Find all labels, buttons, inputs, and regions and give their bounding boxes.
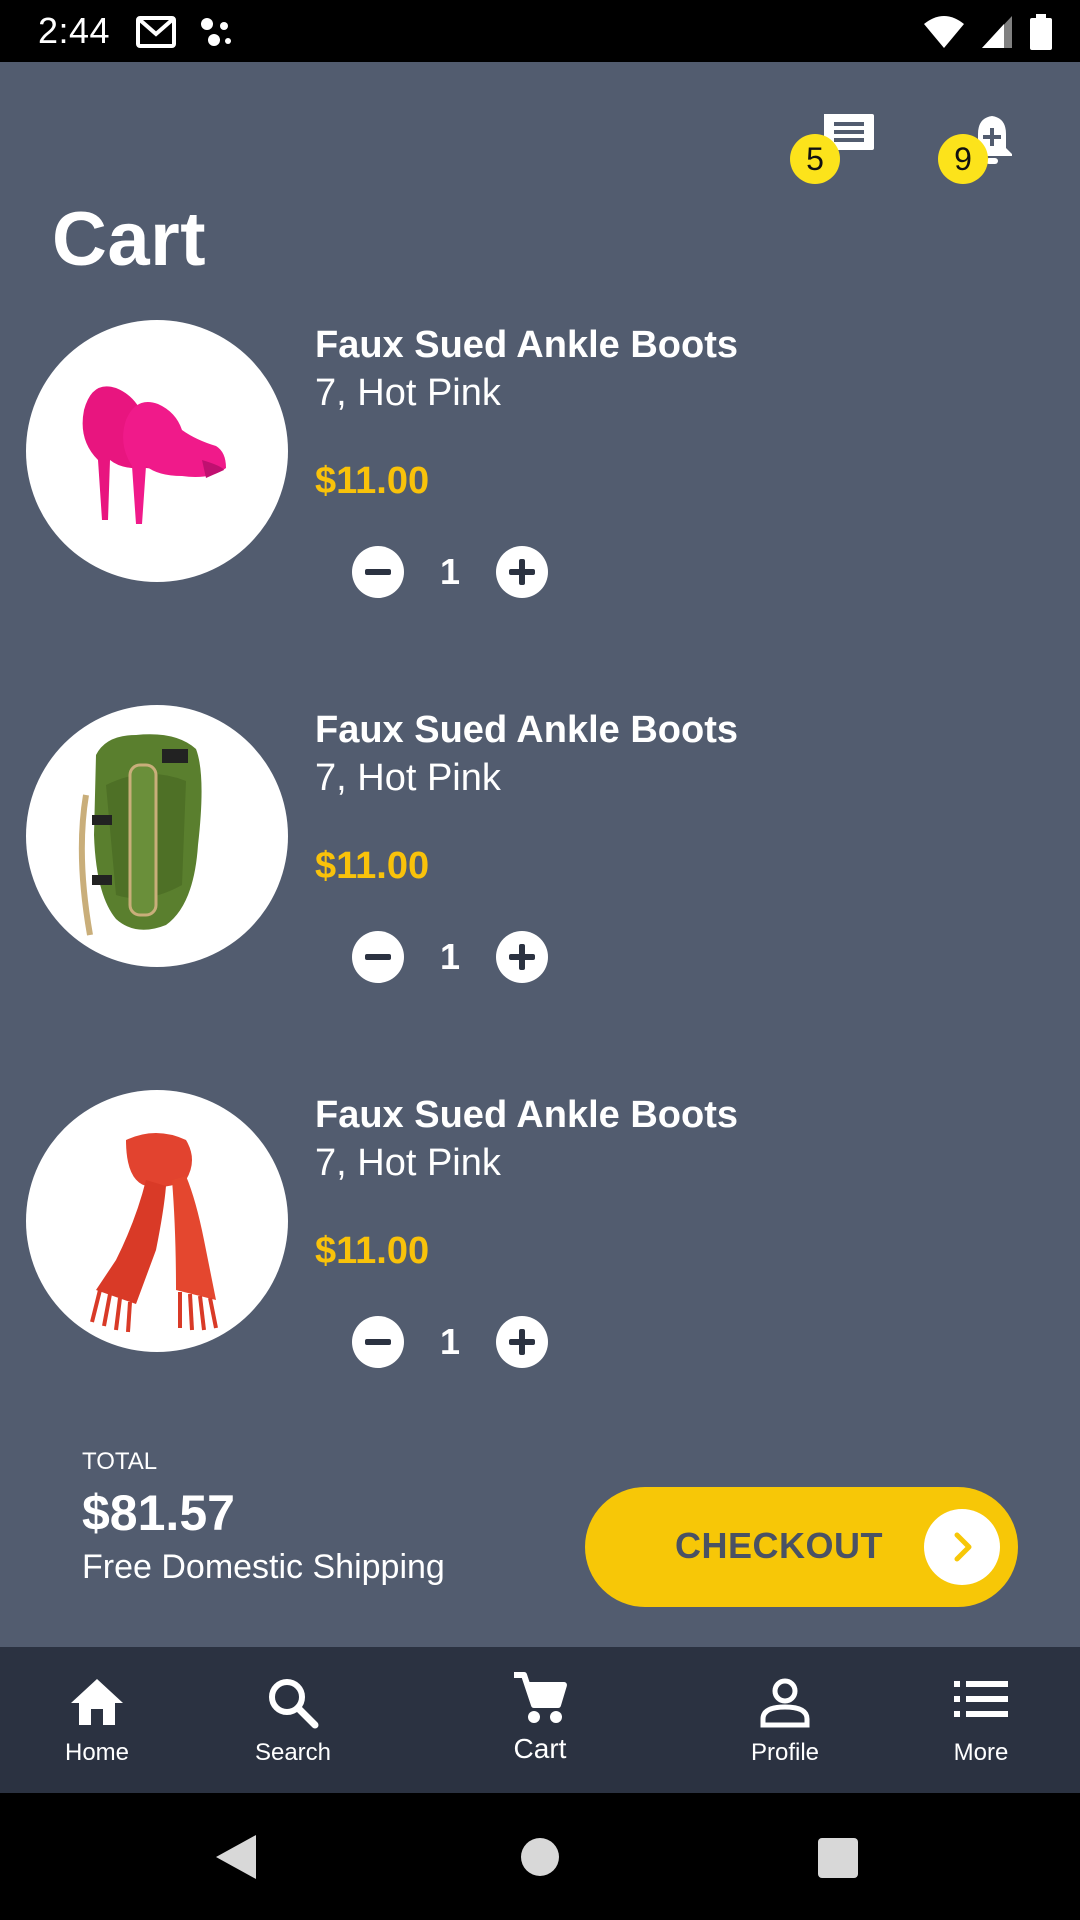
product-name: Faux Sued Ankle Boots [315,1094,738,1136]
quantity-value: 1 [439,551,461,592]
nav-label: Profile [750,1739,820,1766]
quantity-value: 1 [439,1321,461,1362]
checkout-button[interactable]: CHECKOUT [585,1487,1018,1607]
status-notifications [136,12,234,52]
minus-icon [365,569,391,575]
nav-cart[interactable]: Cart [450,1647,630,1793]
home-icon [71,1679,123,1725]
decrease-quantity-button[interactable] [352,931,404,983]
page-title: Cart [52,197,207,282]
product-name: Faux Sued Ankle Boots [315,324,738,366]
plus-icon [509,1329,535,1355]
product-image-boots [26,320,288,582]
notifications-badge: 9 [938,134,988,184]
cart-item: Faux Sued Ankle Boots 7, Hot Pink $11.00… [0,1090,1080,1390]
home-circle-icon[interactable] [519,1836,561,1878]
product-price: $11.00 [315,1230,430,1272]
recents-icon[interactable] [817,1837,859,1879]
decrease-quantity-button[interactable] [352,546,404,598]
increase-quantity-button[interactable] [496,1316,548,1368]
system-navigation-bar [0,1793,1080,1920]
product-name: Faux Sued Ankle Boots [315,709,738,751]
nav-label: Search [254,1739,332,1766]
product-price: $11.00 [315,460,430,502]
product-image-scarf [26,1090,288,1352]
nav-search[interactable]: Search [203,1647,383,1793]
status-bar: 2:44 [0,0,1080,62]
nav-label: More [953,1739,1009,1766]
battery-icon [1030,14,1052,50]
nav-label: Cart [513,1733,567,1764]
nav-profile[interactable]: Profile [695,1647,875,1793]
cart-item: Faux Sued Ankle Boots 7, Hot Pink $11.00… [0,705,1080,1005]
product-variant: 7, Hot Pink [315,372,501,414]
bottom-nav: Home Search Cart Profile More [0,1647,1080,1793]
product-variant: 7, Hot Pink [315,1142,501,1184]
checkout-label: CHECKOUT [675,1525,883,1566]
signal-icon [982,16,1012,48]
messages-badge: 5 [790,134,840,184]
status-time: 2:44 [38,10,111,51]
profile-icon [760,1678,810,1728]
nav-label: Home [64,1739,130,1766]
search-icon [269,1679,319,1729]
list-icon [954,1681,1008,1717]
status-system-icons [924,12,1052,52]
plus-icon [509,944,535,970]
minus-icon [365,954,391,960]
messages-button[interactable]: 5 [790,112,880,184]
total-label: TOTAL [82,1448,158,1475]
nav-home[interactable]: Home [7,1647,187,1793]
decrease-quantity-button[interactable] [352,1316,404,1368]
total-amount: $81.57 [82,1485,235,1541]
product-variant: 7, Hot Pink [315,757,501,799]
product-price: $11.00 [315,845,430,887]
cart-item: Faux Sued Ankle Boots 7, Hot Pink $11.00… [0,320,1080,620]
minus-icon [365,1339,391,1345]
wifi-icon [924,16,964,48]
cart-icon [514,1672,567,1723]
shipping-info: Free Domestic Shipping [82,1548,445,1586]
increase-quantity-button[interactable] [496,931,548,983]
product-image-backpack [26,705,288,967]
back-icon[interactable] [214,1833,258,1881]
quantity-value: 1 [439,936,461,977]
plus-icon [509,559,535,585]
notifications-button[interactable]: 9 [938,112,1028,184]
gmail-icon [136,16,176,48]
nav-more[interactable]: More [891,1647,1071,1793]
assistant-dots-icon [201,18,231,46]
chevron-right-icon [924,1509,1000,1585]
increase-quantity-button[interactable] [496,546,548,598]
